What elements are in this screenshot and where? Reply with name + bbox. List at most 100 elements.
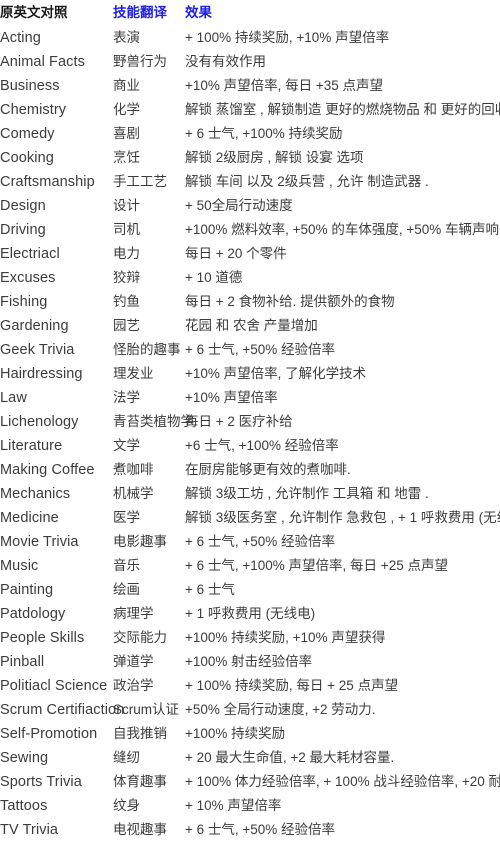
skill-name-translation: 园艺 <box>113 314 185 338</box>
skill-name-translation: 医学 <box>113 506 185 530</box>
skill-name-translation: 烹饪 <box>113 146 185 170</box>
skill-name-translation-text: 纹身 <box>113 798 140 813</box>
table-row: Movie Trivia 电影趣事 + 6 士气, +50% 经验倍率 <box>0 530 500 554</box>
skill-effect: 解锁 2级厨房 , 解锁 设宴 选项 <box>185 150 364 165</box>
skill-effect: + 100% 持续奖励, 每日 + 25 点声望 <box>185 678 399 693</box>
table-row: Gardening 园艺 花园 和 农舍 产量增加 <box>0 314 500 338</box>
table-row: Fishing 钓鱼 每日 + 2 食物补给. 提供额外的食物 <box>0 290 500 314</box>
skill-name-translation: 商业 <box>113 74 185 98</box>
skill-name-translation: 青苔类植物学 <box>113 410 194 434</box>
table-row: Excuses 狡辩 + 10 道德 <box>0 266 500 290</box>
skill-effect: + 1 呼救费用 (无线电) <box>185 606 316 621</box>
skill-name-translation: 电视趣事 <box>113 818 185 842</box>
skill-name-english: Business <box>0 78 60 94</box>
table-row: People Skills 交际能力 +100% 持续奖励, +10% 声望获得 <box>0 626 500 650</box>
skill-name-translation-text: 缝纫 <box>113 750 140 765</box>
skill-name-translation: 表演 <box>113 26 185 50</box>
skill-name-english: Fishing <box>0 294 48 310</box>
skill-effect: +100% 射击经验倍率 <box>185 654 313 669</box>
skill-name-translation: 弹道学 <box>113 650 185 674</box>
skill-name-english: Sports Trivia <box>0 774 82 790</box>
skill-effect: 花园 和 农舍 产量增加 <box>185 318 318 333</box>
skill-effect: +10% 声望倍率, 了解化学技术 <box>185 366 367 381</box>
table-row: Medicine 医学 解锁 3级医务室 , 允许制作 急救包 , + 1 呼救费用… <box>0 506 500 530</box>
skill-effect: + 10% 声望倍率 <box>185 798 282 813</box>
skill-name-english: Music <box>0 558 39 574</box>
skill-name-translation-text: 弹道学 <box>113 654 154 669</box>
skill-name-translation-text: 绘画 <box>113 582 140 597</box>
skill-name-english: Making Coffee <box>0 462 95 478</box>
skill-name-english: Sewing <box>0 750 49 766</box>
skill-name-translation-text: 机械学 <box>113 486 154 501</box>
skill-name-translation-text: 烹饪 <box>113 150 140 165</box>
skill-effect: 解锁 蒸馏室 , 解锁制造 更好的燃烧物品 和 更好的回收 <box>185 102 500 117</box>
skill-effect: + 50全局行动速度 <box>185 198 293 213</box>
table-row: Driving 司机 +100% 燃料效率, +50% 的车体强度, +50% 车辆… <box>0 218 500 242</box>
skill-effect: +100% 持续奖励 <box>185 726 286 741</box>
table-row: Comedy 喜剧 + 6 士气, +100% 持续奖励 <box>0 122 500 146</box>
skill-effect: + 6 士气, +50% 经验倍率 <box>185 534 336 549</box>
skill-name-english: Tattoos <box>0 798 48 814</box>
skill-name-english: Scrum Certifiaction <box>0 702 125 718</box>
skill-effect: + 6 士气, +100% 持续奖励 <box>185 126 343 141</box>
skill-name-translation-text: 野兽行为 <box>113 54 167 69</box>
table-row: Painting 绘画 + 6 士气 <box>0 578 500 602</box>
table-row: Patdology 病理学 + 1 呼救费用 (无线电) <box>0 602 500 626</box>
table-row: Pinball 弹道学 +100% 射击经验倍率 <box>0 650 500 674</box>
skill-name-english: Politiacl Science <box>0 678 108 694</box>
skill-name-translation-text: 音乐 <box>113 558 140 573</box>
skill-name-translation-text: 病理学 <box>113 606 154 621</box>
skill-name-english: Comedy <box>0 126 55 142</box>
skill-name-translation: 电影趣事 <box>113 530 185 554</box>
table-row: Sports Trivia 体育趣事 + 100% 体力经验倍率, + 100% 战… <box>0 770 500 794</box>
table-row: Sewing 缝纫 + 20 最大生命值, +2 最大耗材容量. <box>0 746 500 770</box>
table-row: Literature 文学 +6 士气, +100% 经验倍率 <box>0 434 500 458</box>
skill-effect: +10% 声望倍率 <box>185 390 278 405</box>
skill-name-translation: 体育趣事 <box>113 770 185 794</box>
table-row: Geek Trivia 怪胎的趣事 + 6 士气, +50% 经验倍率 <box>0 338 500 362</box>
table-row: Electriacl 电力 每日 + 20 个零件 <box>0 242 500 266</box>
skill-name-translation-text: 电影趣事 <box>113 534 167 549</box>
table-row: Business 商业 +10% 声望倍率, 每日 +35 点声望 <box>0 74 500 98</box>
skill-name-english: Acting <box>0 30 41 46</box>
column-header-english: 原英文对照 <box>0 5 68 20</box>
skill-name-translation: 电力 <box>113 242 185 266</box>
skill-name-translation-text: 钓鱼 <box>113 294 140 309</box>
skill-effect: +50% 全局行动速度, +2 劳动力. <box>185 702 376 717</box>
table-row: Making Coffee 煮咖啡 在厨房能够更有效的煮咖啡. <box>0 458 500 482</box>
skill-effect: + 6 士气, +50% 经验倍率 <box>185 342 336 357</box>
skill-effect: + 100% 体力经验倍率, + 100% 战斗经验倍率, +20 耐力 <box>185 774 500 789</box>
skill-name-translation-text: 理发业 <box>113 366 154 381</box>
skill-name-translation: 政治学 <box>113 674 185 698</box>
skill-effect: + 20 最大生命值, +2 最大耗材容量. <box>185 750 395 765</box>
skill-name-translation-text: 法学 <box>113 390 140 405</box>
skill-name-translation: 绘画 <box>113 578 185 602</box>
skill-name-translation-text: 体育趣事 <box>113 774 167 789</box>
skill-name-english: Literature <box>0 438 63 454</box>
skill-name-translation: 机械学 <box>113 482 185 506</box>
skill-effect: + 6 士气, +100% 声望倍率, 每日 +25 点声望 <box>185 558 448 573</box>
skill-name-translation-text: 电视趣事 <box>113 822 167 837</box>
skill-name-translation: 野兽行为 <box>113 50 185 74</box>
skill-effect: + 10 道德 <box>185 270 243 285</box>
table-row: Chemistry 化学 解锁 蒸馏室 , 解锁制造 更好的燃烧物品 和 更好的回收 <box>0 98 500 122</box>
skill-name-translation: 司机 <box>113 218 185 242</box>
skill-name-english: Craftsmanship <box>0 174 95 190</box>
table-row: Craftsmanship 手工工艺 解锁 车间 以及 2级兵营 , 允许 制造武器… <box>0 170 500 194</box>
skill-name-english: Design <box>0 198 46 214</box>
table-row: Scrum Certifiaction Scrum认证 +50% 全局行动速度, +… <box>0 698 500 722</box>
table-row: Self-Promotion 自我推销 +100% 持续奖励 <box>0 722 500 746</box>
table-row: Acting 表演 + 100% 持续奖励, +10% 声望倍率 <box>0 26 500 50</box>
skill-name-translation: 化学 <box>113 98 185 122</box>
skill-name-translation: 法学 <box>113 386 185 410</box>
skill-name-translation: 文学 <box>113 434 185 458</box>
skill-name-english: Driving <box>0 222 46 238</box>
skill-effect: +100% 燃料效率, +50% 的车体强度, +50% 车辆声响 <box>185 222 499 237</box>
skill-name-english: Painting <box>0 582 54 598</box>
skill-name-translation-text: 化学 <box>113 102 140 117</box>
table-row: Music 音乐 + 6 士气, +100% 声望倍率, 每日 +25 点声望 <box>0 554 500 578</box>
skill-name-translation: 理发业 <box>113 362 185 386</box>
skill-name-english: Pinball <box>0 654 45 670</box>
skill-effect: +100% 持续奖励, +10% 声望获得 <box>185 630 386 645</box>
skill-name-english: People Skills <box>0 630 85 646</box>
